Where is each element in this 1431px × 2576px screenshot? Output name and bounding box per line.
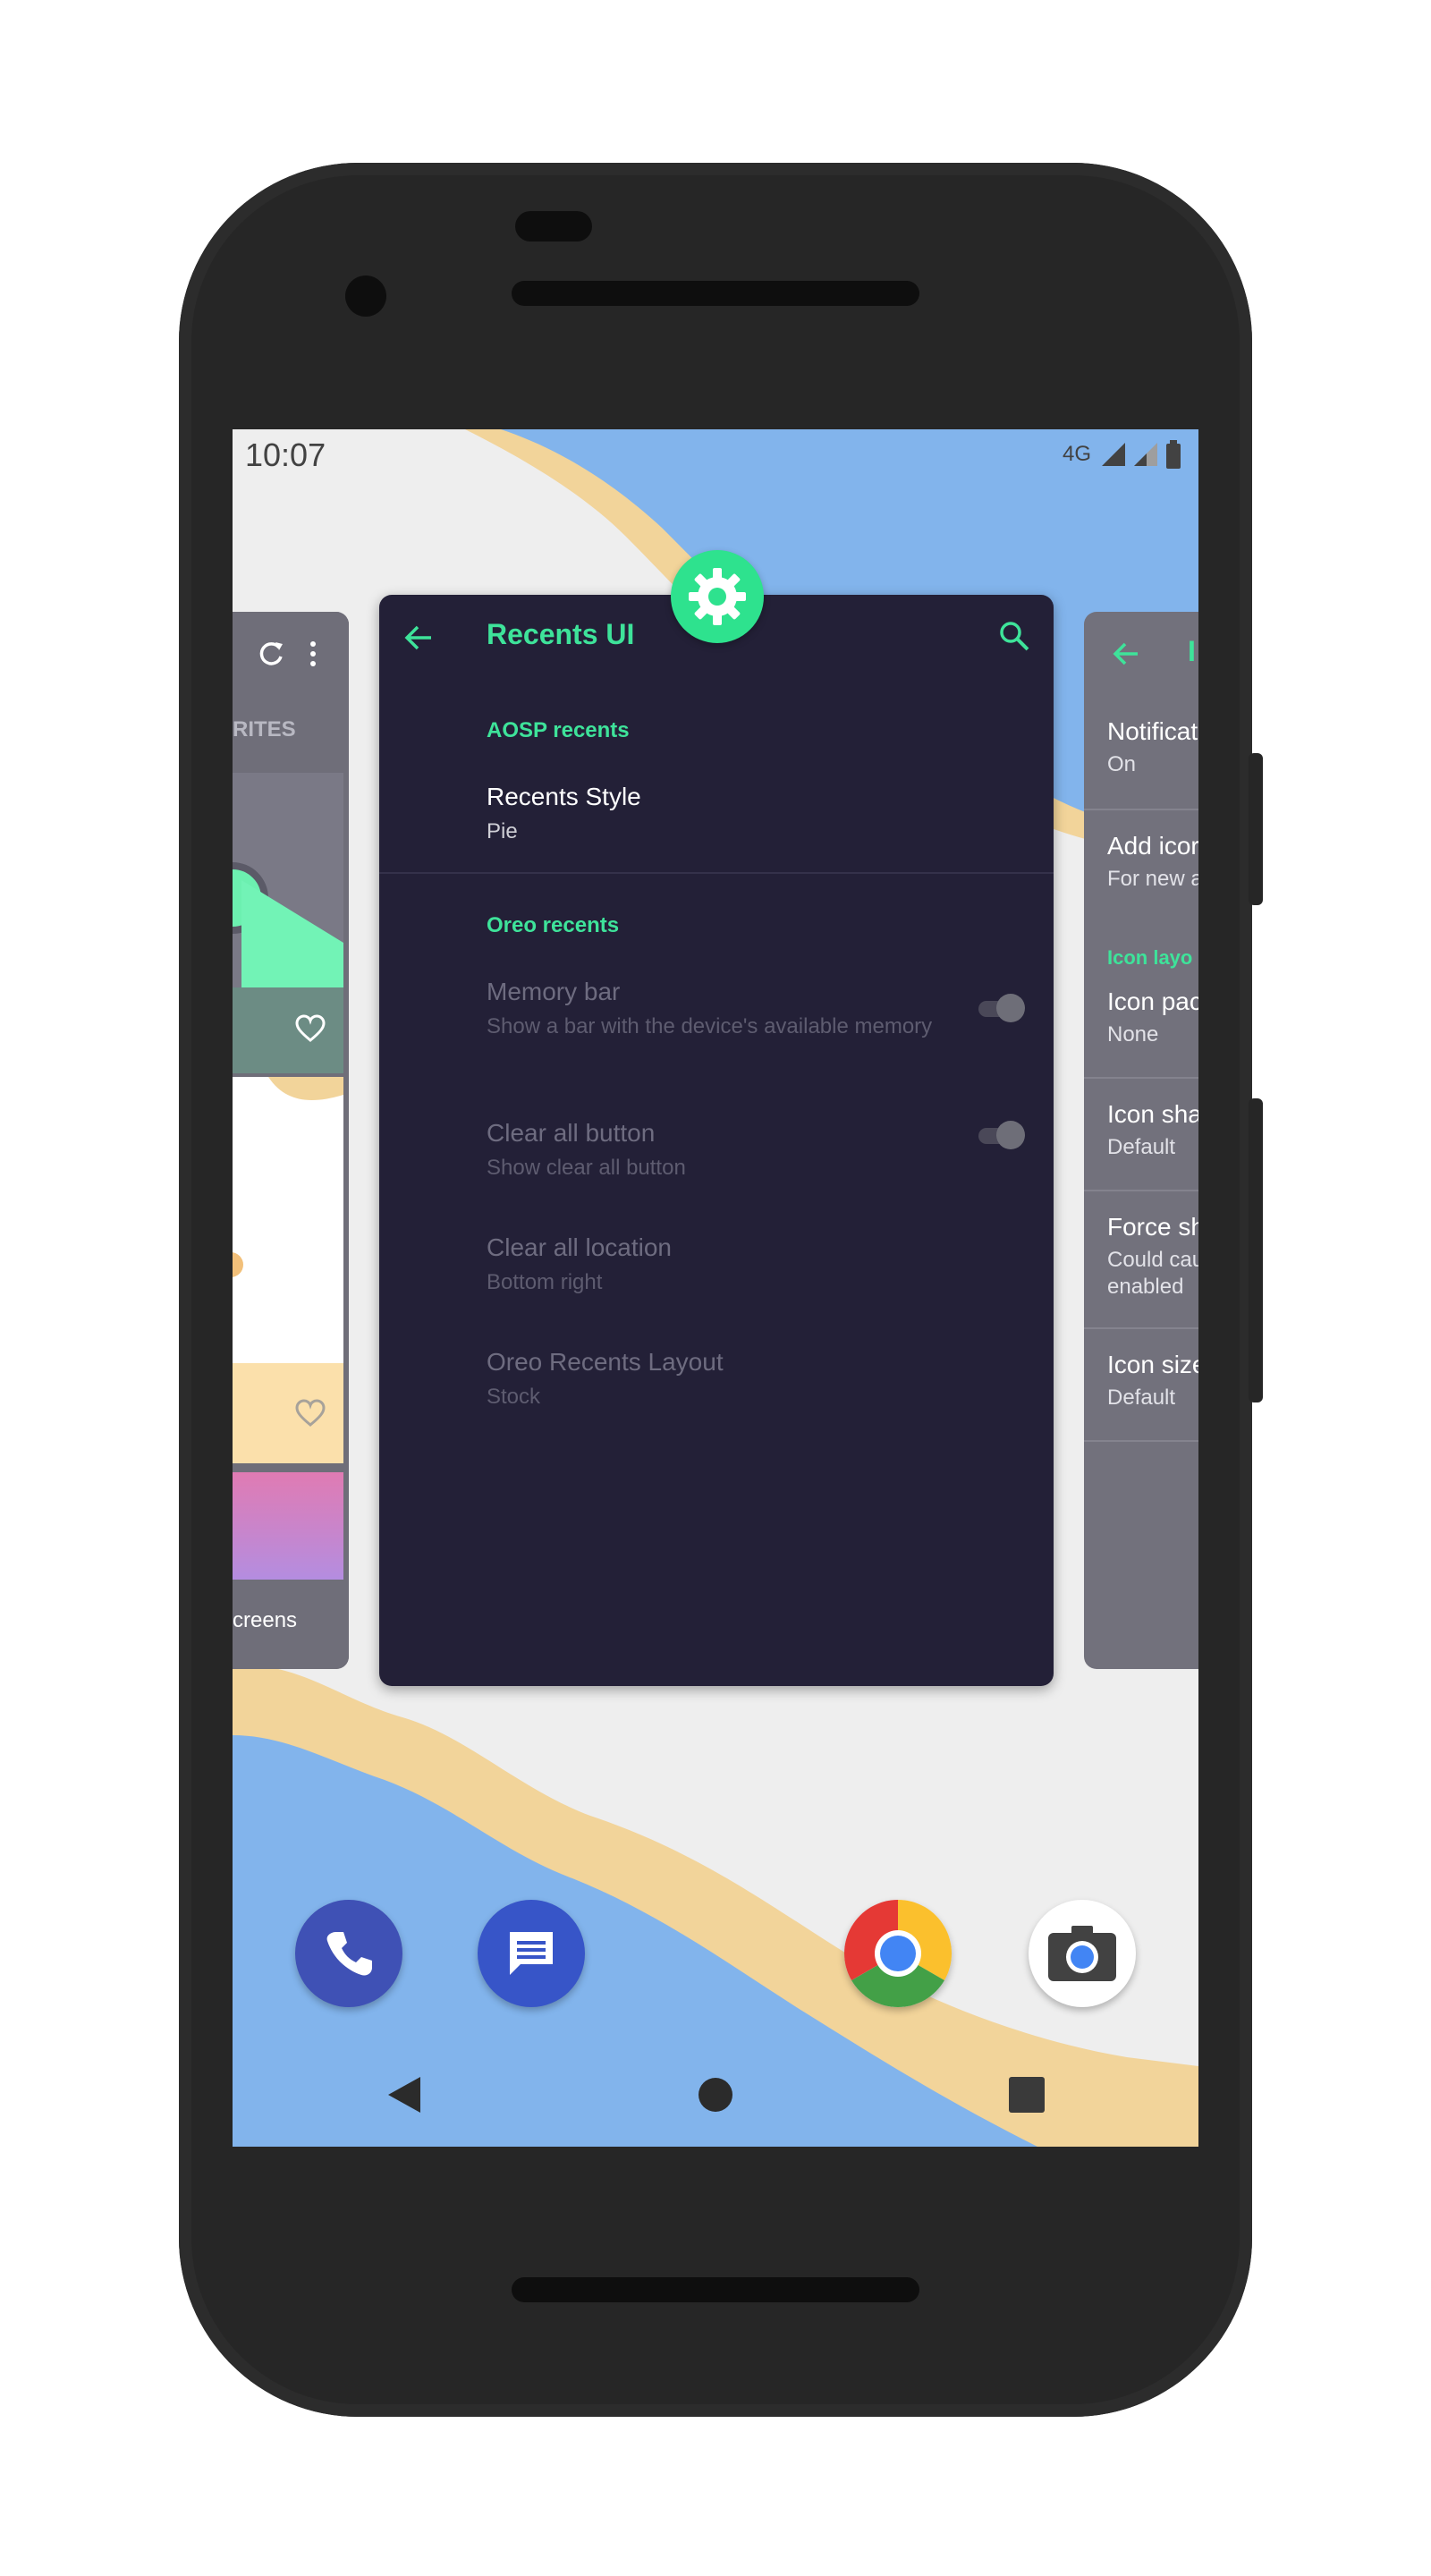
recent-card-left[interactable]: RITES creens	[233, 612, 349, 1669]
network-type: 4G	[1062, 442, 1091, 466]
pref-subtitle: Stock	[487, 1385, 541, 1409]
volume-button	[1249, 1098, 1263, 1402]
chrome-icon	[844, 1900, 952, 2007]
preview-tile-2[interactable]	[233, 1077, 343, 1363]
divider	[1084, 1190, 1198, 1191]
right-pref-subtitle: Could cau	[1107, 1248, 1198, 1272]
page-title: Recents UI	[487, 618, 635, 650]
memory-bar-toggle[interactable]	[978, 992, 1029, 1024]
dock-phone-icon[interactable]	[295, 1900, 402, 2007]
status-bar: 10:07 4G	[233, 429, 1198, 483]
preview-tile-3[interactable]	[233, 1472, 343, 1580]
pref-title: Recents Style	[487, 783, 641, 810]
screen: 10:07 4G RITES creens I Notificat On Add…	[233, 429, 1198, 2147]
dock-messages-icon[interactable]	[478, 1900, 585, 2007]
recent-card-main[interactable]: Recents UI AOSP recents Recents Style Pi…	[379, 595, 1054, 1686]
message-icon	[510, 1932, 553, 1975]
gear-icon	[689, 568, 746, 625]
settings-app-icon[interactable]	[671, 550, 764, 643]
search-icon[interactable]	[998, 620, 1030, 652]
right-pref-subtitle: Default	[1107, 1135, 1176, 1159]
heart-icon[interactable]	[295, 1014, 326, 1043]
right-pref-subtitle: None	[1107, 1022, 1159, 1046]
left-card-footer-label: creens	[233, 1608, 298, 1632]
preview-tile-1[interactable]	[233, 773, 343, 987]
section-header-oreo: Oreo recents	[487, 913, 620, 937]
divider	[1084, 1077, 1198, 1079]
phone-icon	[326, 1932, 372, 1976]
right-pref-subtitle: Default	[1107, 1385, 1176, 1410]
nav-recents-icon[interactable]	[1009, 2077, 1045, 2113]
right-pref-title: Notificat	[1107, 717, 1198, 745]
pref-title: Clear all location	[487, 1233, 672, 1261]
pref-subtitle: Bottom right	[487, 1270, 603, 1294]
left-card-footer: creens	[233, 1580, 349, 1669]
left-card-toolbar	[233, 612, 349, 692]
clear-all-button-toggle[interactable]	[978, 1119, 1029, 1151]
right-pref-title: Icon size	[1107, 1351, 1198, 1378]
signal-weak-icon	[1134, 443, 1157, 466]
power-button	[1249, 753, 1263, 905]
right-pref-subtitle-line2: enabled	[1107, 1275, 1184, 1299]
recent-card-right[interactable]: I Notificat On Add icor For new a Icon l…	[1084, 612, 1198, 1669]
right-pref-title: Add icor	[1107, 832, 1198, 860]
right-section-header: Icon layo	[1107, 946, 1193, 969]
battery-icon	[1166, 440, 1181, 469]
refresh-icon[interactable]	[256, 639, 286, 669]
earpiece	[515, 211, 592, 242]
top-speaker-grille	[512, 281, 919, 306]
preview-illustration-1	[233, 862, 343, 987]
signal-icon	[1102, 443, 1125, 466]
bottom-speaker-grille	[512, 2277, 919, 2302]
pref-title: Memory bar	[487, 978, 621, 1005]
preview-illustration-2	[233, 1077, 343, 1277]
heart-icon[interactable]	[295, 1399, 326, 1428]
nav-home-icon[interactable]	[698, 2077, 733, 2113]
right-card-title: I	[1188, 635, 1196, 667]
section-header-aosp: AOSP recents	[487, 718, 630, 742]
pref-subtitle: Pie	[487, 819, 518, 843]
preview-tile-2-footer	[233, 1363, 343, 1463]
status-icons: 4G	[1063, 440, 1182, 469]
pref-subtitle: Show clear all button	[487, 1156, 686, 1180]
right-pref-subtitle: For new a	[1107, 867, 1198, 891]
pref-subtitle: Show a bar with the device's available m…	[487, 1014, 933, 1038]
divider	[379, 872, 1054, 874]
dock-chrome-icon[interactable]	[844, 1900, 952, 2007]
status-clock: 10:07	[245, 436, 326, 473]
right-pref-title: Force sh	[1107, 1213, 1198, 1241]
divider	[1084, 809, 1198, 810]
divider	[1084, 1440, 1198, 1442]
preview-tile-1-footer	[233, 987, 343, 1073]
back-arrow-icon[interactable]	[402, 622, 435, 654]
overflow-menu-icon[interactable]	[304, 639, 322, 669]
back-arrow-icon[interactable]	[1111, 639, 1141, 669]
right-pref-title: Icon sha	[1107, 1100, 1198, 1128]
dock-camera-icon[interactable]	[1029, 1900, 1136, 2007]
nav-back-icon[interactable]	[386, 2075, 422, 2114]
toggle-thumb	[996, 1121, 1025, 1149]
pref-title: Oreo Recents Layout	[487, 1348, 724, 1376]
front-camera	[345, 275, 386, 317]
right-pref-subtitle: On	[1107, 752, 1137, 776]
toggle-thumb	[996, 994, 1025, 1022]
left-card-tab-label: RITES	[233, 717, 296, 741]
right-pref-title: Icon pac	[1107, 987, 1198, 1015]
camera-icon	[1048, 1926, 1116, 1981]
pref-title: Clear all button	[487, 1119, 656, 1147]
divider	[1084, 1327, 1198, 1329]
